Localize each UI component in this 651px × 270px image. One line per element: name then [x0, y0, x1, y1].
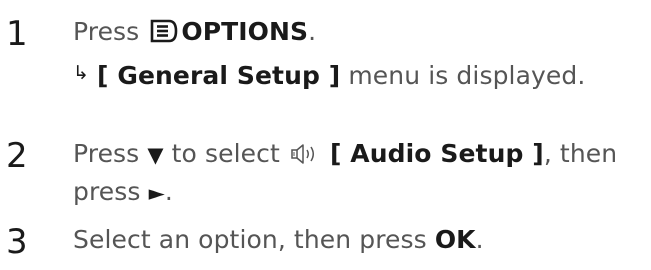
- step-2-instruction: Press ▼ to select [ Audio Setup ], then: [73, 139, 617, 172]
- press-text: Press: [73, 17, 140, 46]
- period: .: [308, 17, 317, 46]
- audio-setup-menu-name: [ Audio Setup ]: [329, 139, 544, 168]
- press-text: Press: [73, 139, 140, 168]
- step-number: 2: [6, 136, 28, 176]
- step-3-instruction: Select an option, then press OK.: [73, 225, 484, 255]
- step-number: 3: [6, 222, 28, 262]
- select-text: Select an option, then press: [73, 225, 427, 254]
- step-2-continuation: press ►.: [73, 177, 173, 208]
- period: .: [475, 225, 484, 254]
- step-1-instruction: Press OPTIONS.: [73, 17, 316, 50]
- press-text: press: [73, 177, 141, 206]
- then-text: , then: [543, 139, 618, 168]
- step-1-result: ↳ [ General Setup ] menu is displayed.: [73, 58, 585, 91]
- ok-label: OK: [434, 225, 476, 254]
- right-arrow-icon: ►: [148, 181, 165, 205]
- options-label: OPTIONS: [181, 17, 309, 46]
- audio-speaker-icon: [290, 142, 320, 172]
- step-number: 1: [6, 14, 28, 54]
- options-icon: [149, 19, 179, 50]
- to-select-text: to select: [171, 139, 280, 168]
- result-arrow-icon: ↳: [73, 62, 90, 84]
- period: .: [164, 177, 173, 206]
- result-text: menu is displayed.: [348, 61, 586, 90]
- down-arrow-icon: ▼: [147, 143, 164, 167]
- general-setup-menu-name: [ General Setup ]: [97, 61, 341, 90]
